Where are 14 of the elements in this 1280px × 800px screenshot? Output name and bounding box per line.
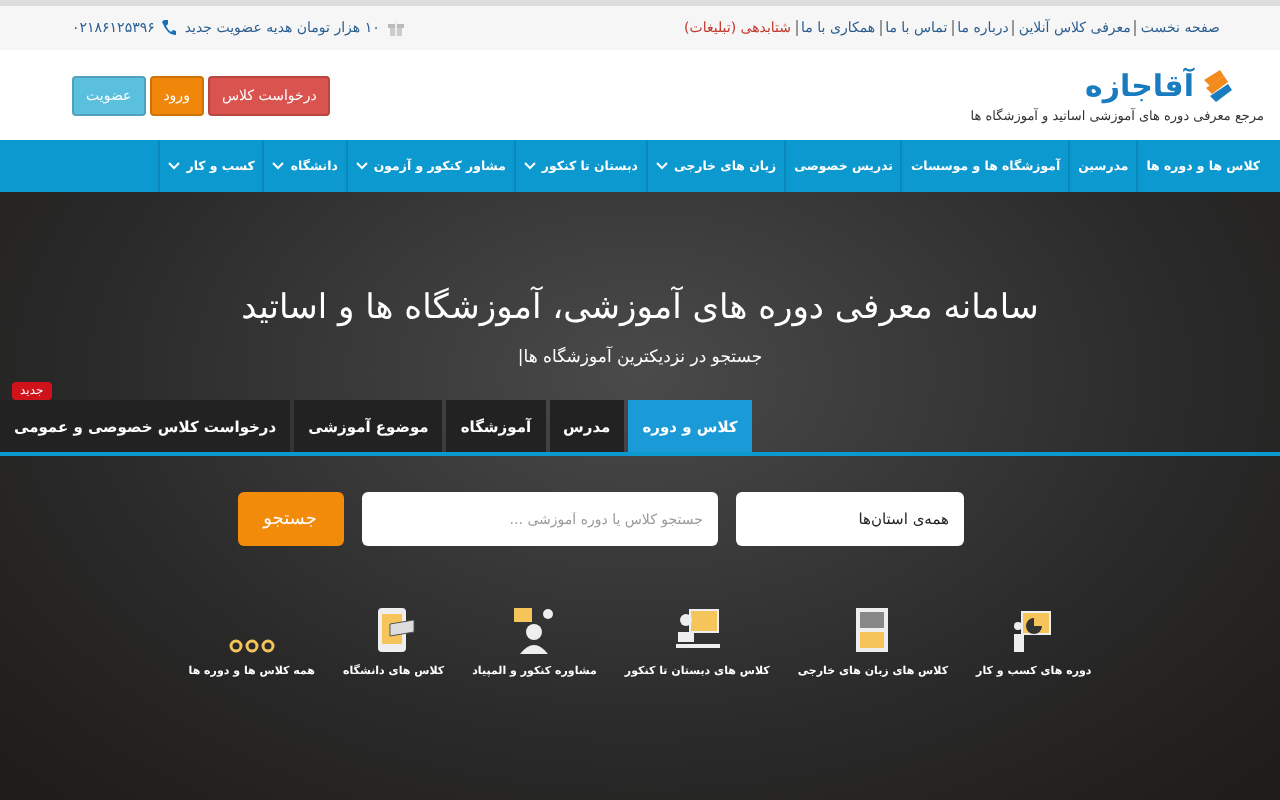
advisor-icon: [510, 606, 559, 654]
chevron-icon: [272, 162, 285, 170]
phone-icon: [162, 20, 177, 36]
hero-subtitle: جستجو در نزدیکترین آموزشگاه ها|: [517, 348, 763, 368]
gift-icon: [387, 20, 404, 36]
chevron-icon: [168, 162, 181, 170]
chevron-icon: [355, 162, 368, 170]
logo-icon: [1200, 67, 1236, 103]
teacher-board-icon: [673, 606, 722, 654]
chevron-icon: [655, 162, 668, 170]
logo-text: آقاجازه: [1084, 67, 1194, 103]
dots-icon: [227, 638, 276, 654]
hero-title: سامانه معرفی دوره های آموزشی، آموزشگاه ها و اساتید: [241, 288, 1039, 328]
chevron-icon: [523, 162, 536, 170]
